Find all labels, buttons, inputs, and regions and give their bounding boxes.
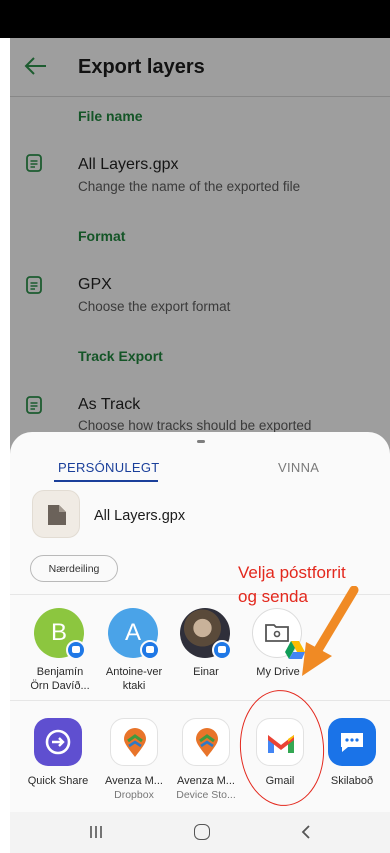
contact-name: Einar	[193, 666, 219, 678]
avenza-maps-icon	[110, 718, 158, 766]
app-subtitle: Device Sto...	[176, 789, 236, 801]
phone-screen: Export layers File name All Layers.gpx C…	[0, 0, 390, 853]
tab-work[interactable]: VINNA	[278, 460, 319, 475]
file-icon	[48, 505, 66, 525]
track-export-description: Choose how tracks should be exported	[78, 418, 312, 433]
document-icon	[26, 154, 42, 172]
format-description: Choose the export format	[78, 299, 231, 314]
divider	[10, 700, 390, 701]
home-icon[interactable]	[194, 824, 210, 840]
quick-share-glyph	[45, 729, 71, 755]
chat-bubble-glyph	[341, 733, 363, 752]
contact-name: Benjamín	[36, 666, 84, 678]
track-export-value[interactable]: As Track	[78, 396, 140, 414]
format-value[interactable]: GPX	[78, 276, 112, 294]
messages-badge-icon	[66, 640, 86, 660]
document-icon	[26, 276, 42, 294]
annotation-line-1: Velja póstforrit	[238, 563, 346, 582]
file-thumbnail	[32, 490, 80, 538]
app-subtitle: Dropbox	[114, 789, 154, 801]
tab-indicator	[54, 480, 158, 482]
avenza-maps-icon	[182, 718, 230, 766]
messages-badge-icon	[212, 640, 232, 660]
nearby-share-label: Nærdeiling	[48, 563, 100, 575]
section-header-file-name: File name	[78, 108, 143, 124]
avenza-pin-glyph	[124, 728, 146, 757]
file-name-value[interactable]: All Layers.gpx	[78, 156, 179, 174]
back-icon[interactable]	[300, 824, 312, 840]
annotation-arrow-icon	[302, 586, 359, 676]
divider	[10, 96, 390, 97]
app-name: Quick Share	[27, 775, 89, 787]
app-bar: Export layers	[10, 38, 390, 96]
contact-name: Antoine-ver	[105, 666, 163, 678]
section-header-format: Format	[78, 228, 126, 244]
shared-file-name: All Layers.gpx	[94, 508, 186, 524]
app-name: Skilaboð	[330, 775, 374, 787]
document-icon	[26, 396, 42, 414]
contact-name-line2: ktaki	[122, 680, 146, 692]
status-bar	[0, 0, 390, 38]
app-name: Avenza M...	[177, 775, 235, 787]
section-header-track-export: Track Export	[78, 348, 163, 364]
quick-share-icon	[34, 718, 82, 766]
folder-icon	[265, 624, 289, 642]
contact-name-line2: Örn Davíð...	[30, 680, 90, 692]
messages-badge-icon	[140, 640, 160, 660]
drag-handle[interactable]	[197, 440, 205, 443]
recent-apps-icon[interactable]	[88, 825, 104, 839]
system-navigation-bar	[10, 812, 390, 853]
tab-personal[interactable]: PERSÓNULEGT	[58, 460, 160, 475]
page-title: Export layers	[78, 56, 205, 78]
messages-icon	[328, 718, 376, 766]
app-name: Avenza M...	[105, 775, 163, 787]
nearby-share-button[interactable]: Nærdeiling	[30, 555, 118, 582]
file-name-description: Change the name of the exported file	[78, 179, 301, 194]
avenza-pin-glyph	[196, 728, 218, 757]
back-arrow-icon[interactable]	[24, 56, 48, 76]
